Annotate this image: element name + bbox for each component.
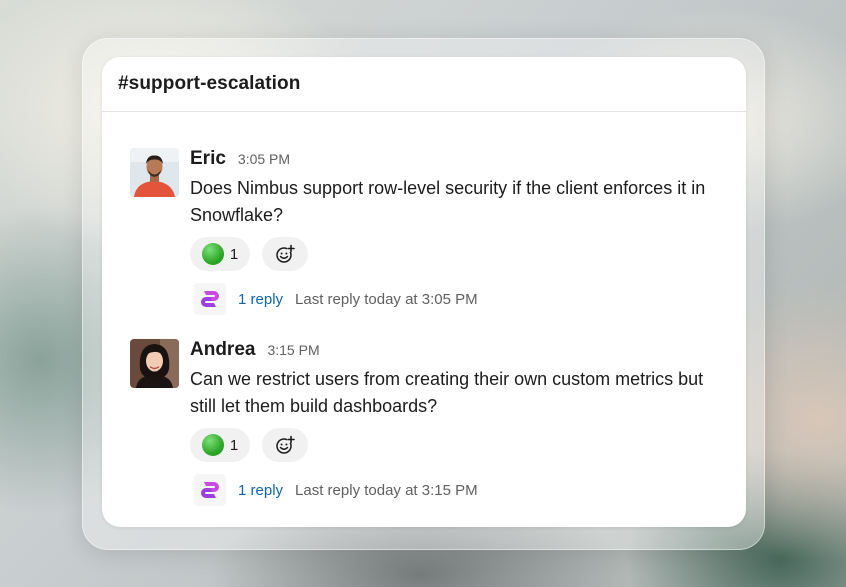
reaction-count: 1 xyxy=(229,245,239,263)
reaction-pill[interactable]: 1 xyxy=(190,428,250,462)
message-body: Andrea 3:15 PM Can we restrict users fro… xyxy=(190,339,730,506)
channel-name[interactable]: #support-escalation xyxy=(118,73,300,95)
reactions-bar: 1 xyxy=(190,428,730,462)
thread-summary[interactable]: 1 reply Last reply today at 3:15 PM xyxy=(194,474,730,506)
avatar-andrea[interactable] xyxy=(130,339,179,388)
add-reaction-button[interactable] xyxy=(262,428,308,462)
message-body: Eric 3:05 PM Does Nimbus support row-lev… xyxy=(190,148,730,315)
channel-panel: #support-escalation Eric 3:05 PM Does Ni… xyxy=(102,57,746,527)
reactions-bar: 1 xyxy=(190,237,730,271)
message-header: Eric 3:05 PM xyxy=(190,148,730,172)
reply-count-link[interactable]: 1 reply xyxy=(238,482,283,499)
channel-header: #support-escalation xyxy=(102,57,746,112)
add-emoji-icon xyxy=(276,244,295,263)
app-logo-icon xyxy=(194,283,226,315)
author-name[interactable]: Eric xyxy=(190,148,226,170)
message-text: Does Nimbus support row-level security i… xyxy=(190,178,706,225)
add-reaction-button[interactable] xyxy=(262,237,308,271)
timestamp[interactable]: 3:15 PM xyxy=(267,342,319,358)
reaction-count: 1 xyxy=(229,436,239,454)
last-reply-text: Last reply today at 3:15 PM xyxy=(295,481,478,499)
add-emoji-icon xyxy=(276,435,295,454)
reply-count-link[interactable]: 1 reply xyxy=(238,291,283,308)
thread-summary[interactable]: 1 reply Last reply today at 3:05 PM xyxy=(194,283,730,315)
avatar-eric[interactable] xyxy=(130,148,179,197)
message-header: Andrea 3:15 PM xyxy=(190,339,730,363)
app-logo-icon xyxy=(194,474,226,506)
timestamp[interactable]: 3:05 PM xyxy=(238,151,290,167)
reaction-pill[interactable]: 1 xyxy=(190,237,250,271)
green-circle-icon xyxy=(201,434,224,456)
last-reply-text: Last reply today at 3:05 PM xyxy=(295,290,478,308)
green-circle-icon xyxy=(201,243,224,265)
message-text: Can we restrict users from creating thei… xyxy=(190,369,704,416)
author-name[interactable]: Andrea xyxy=(190,339,255,361)
